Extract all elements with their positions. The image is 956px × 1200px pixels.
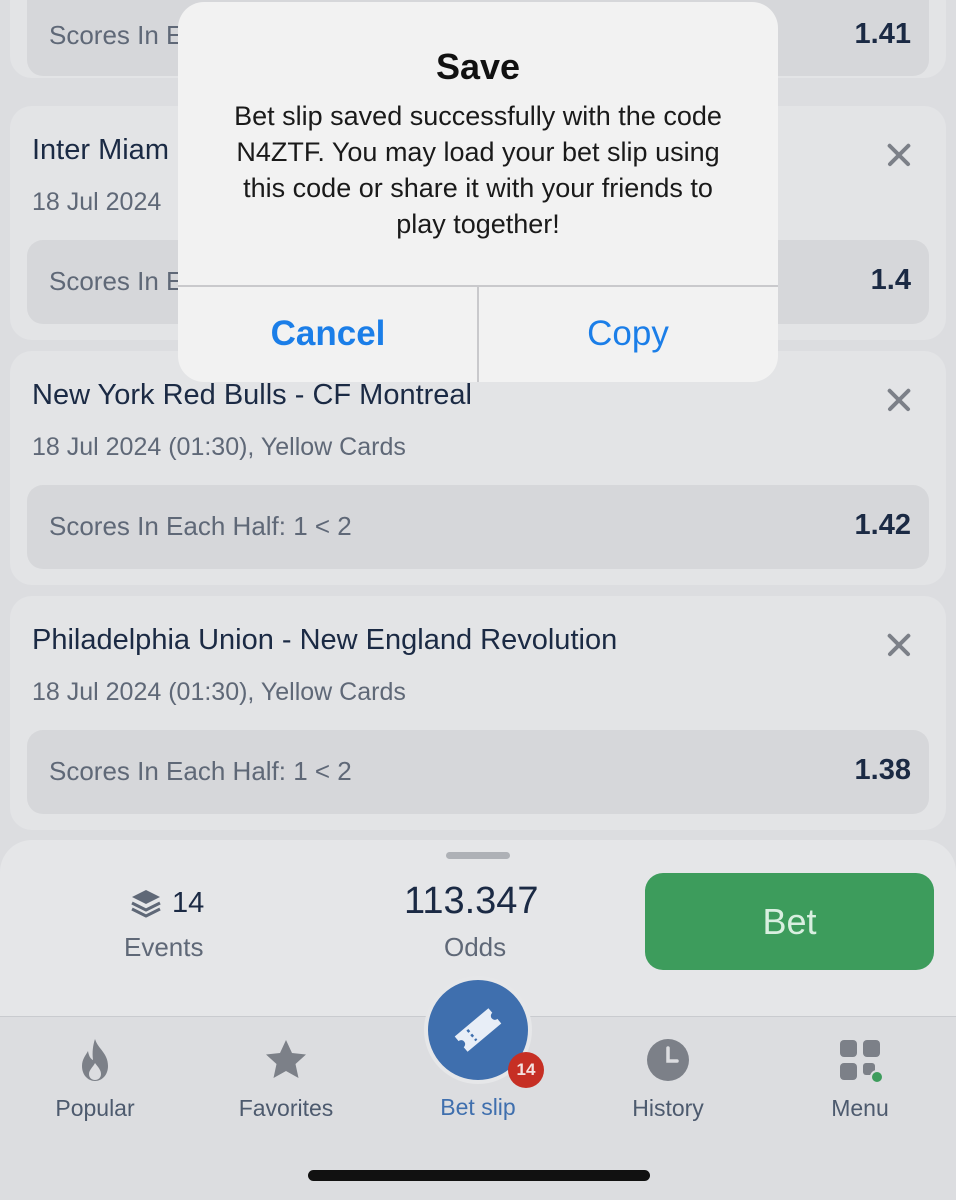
total-odds-value: 113.347	[404, 880, 539, 922]
layers-icon	[131, 890, 161, 918]
save-alert-dialog: Save Bet slip saved successfully with th…	[178, 2, 778, 382]
bet-pick-odds: 1.42	[854, 509, 911, 541]
total-odds-label: Odds	[444, 932, 507, 962]
alert-message: Bet slip saved successfully with the cod…	[234, 101, 722, 239]
bet-card: Philadelphia Union - New England Revolut…	[10, 596, 946, 830]
tab-popular[interactable]: Popular	[5, 1017, 185, 1137]
tab-popular-label: Popular	[55, 1095, 135, 1121]
star-icon	[266, 1040, 306, 1078]
clock-icon	[647, 1039, 689, 1081]
bet-card: New York Red Bulls - CF Montreal 18 Jul …	[10, 351, 946, 585]
grid-menu-icon	[840, 1040, 883, 1083]
bet-pick[interactable]: Scores In Each Half: 1 < 2 1.38	[27, 730, 929, 814]
flame-icon	[82, 1039, 108, 1081]
tab-favorites[interactable]: Favorites	[196, 1017, 376, 1137]
home-indicator[interactable]	[308, 1170, 650, 1181]
alert-title: Save	[435, 46, 521, 87]
close-icon[interactable]	[882, 628, 916, 662]
bet-pick-label: Scores In E	[49, 20, 184, 50]
bet-match-meta: 18 Jul 2024	[32, 188, 162, 216]
ticket-icon	[454, 1008, 502, 1052]
bet-pick-label: Scores In Each Half: 1 < 2	[49, 511, 352, 541]
tab-betslip-label: Bet slip	[440, 1094, 516, 1120]
copy-button[interactable]: Copy	[478, 286, 778, 382]
bet-pick-odds: 1.4	[870, 264, 911, 296]
bet-pick-odds: 1.38	[854, 754, 911, 786]
close-icon[interactable]	[882, 383, 916, 417]
bet-match-title: New York Red Bulls - CF Montreal	[32, 379, 472, 411]
tab-history[interactable]: History	[578, 1017, 758, 1137]
cancel-button[interactable]: Cancel	[178, 286, 478, 382]
bet-match-title: Philadelphia Union - New England Revolut…	[32, 624, 618, 656]
bet-match-meta: 18 Jul 2024 (01:30), Yellow Cards	[32, 433, 406, 461]
bet-pick-label: Scores In E	[49, 266, 184, 296]
tab-menu-label: Menu	[831, 1095, 889, 1121]
bet-match-title: Inter Miam	[32, 134, 169, 166]
tab-history-label: History	[632, 1095, 704, 1121]
drag-handle[interactable]	[446, 852, 510, 859]
betslip-count-badge: 14	[508, 1052, 544, 1088]
events-count: 14	[130, 886, 204, 920]
events-label: Events	[124, 932, 204, 962]
bet-pick-label: Scores In Each Half: 1 < 2	[49, 756, 352, 786]
tab-menu[interactable]: Menu	[770, 1017, 950, 1137]
bet-slip-screen: Scores In E 1.41 Inter Miam 18 Jul 2024 …	[0, 0, 956, 1200]
place-bet-button[interactable]: Bet	[645, 873, 934, 970]
events-count-value: 14	[172, 886, 205, 919]
tab-favorites-label: Favorites	[238, 1095, 334, 1121]
bet-pick[interactable]: Scores In Each Half: 1 < 2 1.42	[27, 485, 929, 569]
bet-pick-odds: 1.41	[854, 18, 911, 50]
bet-match-meta: 18 Jul 2024 (01:30), Yellow Cards	[32, 678, 406, 706]
close-icon[interactable]	[882, 138, 916, 172]
